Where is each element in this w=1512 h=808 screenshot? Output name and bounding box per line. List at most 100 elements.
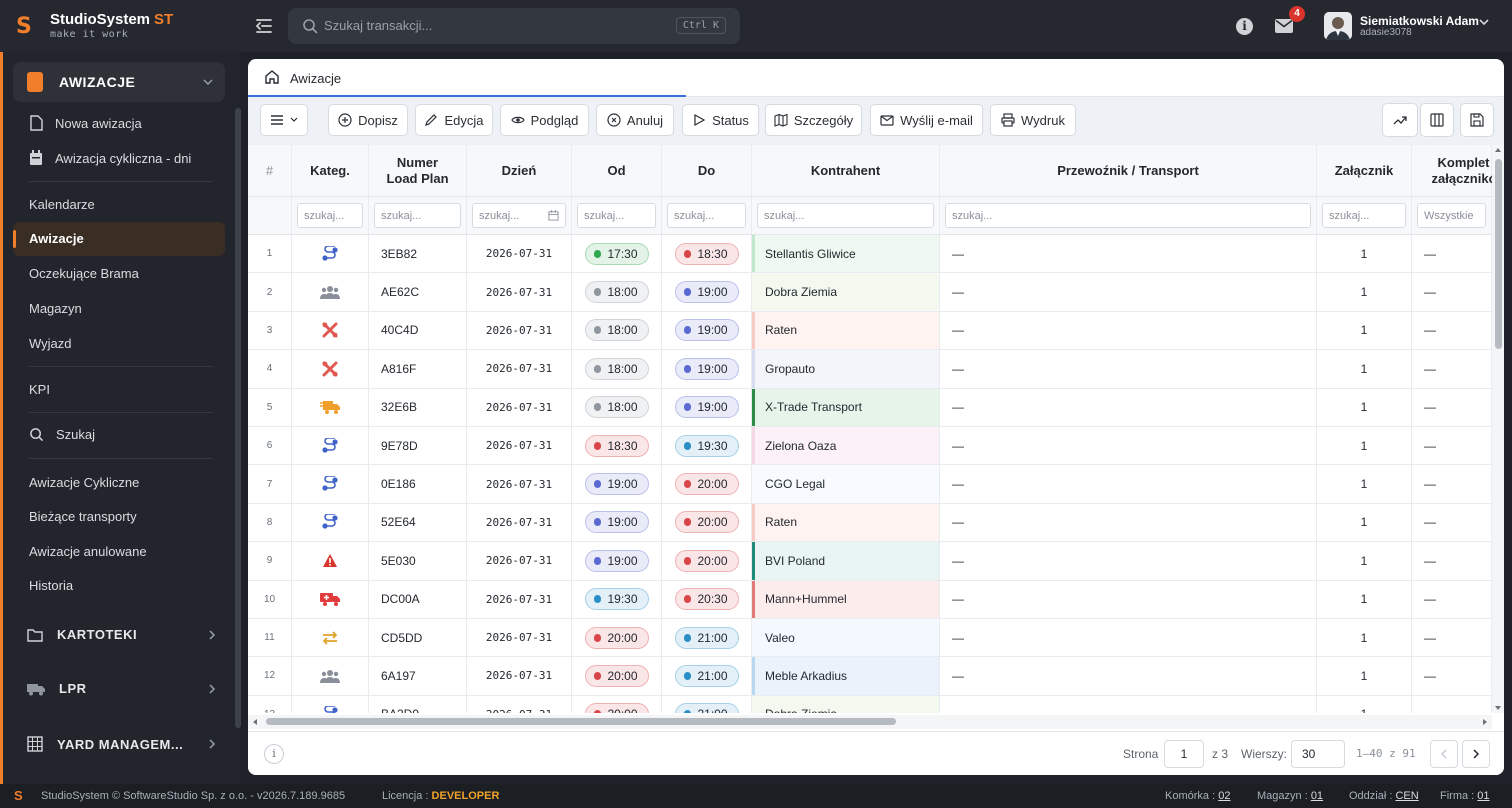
table-row[interactable]: 5 32E6B 2026-07-31 18:00 19:00 X-Trade Transp… — [248, 388, 1492, 427]
sidebar-item-awizacje-cykliczne[interactable]: Awizacje Cykliczne — [29, 475, 139, 490]
sidebar-item-biezace-transporty[interactable]: Bieżące transporty — [29, 509, 137, 524]
filter-input[interactable]: szukaj... — [945, 203, 1311, 228]
grid-vertical-scrollbar[interactable] — [1492, 145, 1504, 713]
page-input[interactable]: 1 — [1164, 740, 1204, 768]
scroll-up-icon[interactable] — [1494, 147, 1502, 153]
avatar[interactable] — [1324, 12, 1352, 40]
szczegoly-button[interactable]: Szczegóły — [765, 104, 862, 136]
filter-input[interactable]: szukaj... — [667, 203, 746, 228]
rows-per-page-select[interactable]: 30 — [1291, 740, 1345, 768]
user-name[interactable]: Siemiatkowski Adam — [1360, 14, 1479, 28]
wyslij-email-button[interactable]: Wyślij e-mail — [870, 104, 983, 136]
sidebar-item-awizacje[interactable]: Awizacje — [29, 231, 84, 246]
table-row[interactable]: 7 0E186 2026-07-31 19:00 20:00 CGO Legal — 1 — — [248, 465, 1492, 504]
load-plan-cell[interactable]: 9E78D — [369, 426, 467, 465]
kontrahent-cell[interactable]: Dobra Ziemia — [752, 695, 940, 713]
filter-input[interactable]: szukaj... — [577, 203, 656, 228]
load-plan-cell[interactable]: 32E6B — [369, 388, 467, 426]
load-plan-cell[interactable]: AE62C — [369, 273, 467, 311]
filter-input[interactable]: szukaj... — [297, 203, 363, 228]
table-row[interactable]: 6 9E78D 2026-07-31 18:30 19:30 Zielona Oaza — 1… — [248, 426, 1492, 466]
podglad-button[interactable]: Podgląd — [500, 104, 589, 136]
tab-awizacje[interactable]: Awizacje — [248, 59, 686, 97]
load-plan-cell[interactable]: 0E186 — [369, 465, 467, 503]
load-plan-cell[interactable]: 52E64 — [369, 503, 467, 542]
search-input[interactable]: Szukaj transakcji... — [324, 18, 432, 33]
sidebar-item-kpi[interactable]: KPI — [29, 382, 50, 397]
info-icon[interactable]: i — [1236, 18, 1253, 35]
sidebar-item-nowa-awizacja[interactable]: Nowa awizacja — [29, 115, 142, 131]
sidebar-group-kartoteki[interactable]: KARTOTEKI — [27, 627, 217, 642]
kontrahent-cell[interactable]: Zielona Oaza — [752, 426, 940, 465]
mail-icon[interactable] — [1275, 19, 1293, 33]
column-header[interactable]: Do — [662, 145, 752, 196]
kontrahent-cell[interactable]: Meble Arkadius — [752, 657, 940, 695]
edycja-button[interactable]: Edycja — [415, 104, 493, 136]
kontrahent-cell[interactable]: X-Trade Transport — [752, 388, 940, 426]
table-row[interactable]: 1 3EB82 2026-07-31 17:30 18:30 Stellantis Gli… — [248, 235, 1492, 274]
dopisz-button[interactable]: Dopisz — [328, 104, 408, 136]
sidebar-group-yard[interactable]: YARD MANAGEM... — [27, 736, 217, 752]
sidebar-item-szukaj[interactable]: Szukaj — [29, 427, 95, 442]
chart-button[interactable] — [1382, 103, 1418, 137]
kontrahent-cell[interactable]: CGO Legal — [752, 465, 940, 503]
sidebar-item-magazyn[interactable]: Magazyn — [29, 301, 82, 316]
filter-input[interactable]: szukaj... — [1322, 203, 1406, 228]
load-plan-cell[interactable]: DC00A — [369, 580, 467, 618]
table-row[interactable]: 9 5E030 2026-07-31 19:00 20:00 BVI Poland — 1 — — [248, 542, 1492, 581]
load-plan-cell[interactable]: 40C4D — [369, 311, 467, 350]
grid-horizontal-scrollbar[interactable] — [248, 715, 1492, 729]
filter-select[interactable]: Wszystkie — [1417, 203, 1486, 228]
kontrahent-cell[interactable]: Gropauto — [752, 350, 940, 388]
sidebar-item-kalendarze[interactable]: Kalendarze — [29, 197, 95, 212]
anuluj-button[interactable]: Anuluj — [596, 104, 674, 136]
menu-dropdown-button[interactable] — [260, 104, 308, 136]
column-header[interactable]: Kateg. — [292, 145, 369, 196]
menu-collapse-icon[interactable] — [254, 16, 274, 36]
app-logo[interactable]: S StudioSystem ST make it work — [16, 10, 186, 44]
kontrahent-cell[interactable]: Valeo — [752, 618, 940, 657]
load-plan-cell[interactable]: A816F — [369, 350, 467, 388]
kontrahent-cell[interactable]: BVI Poland — [752, 542, 940, 580]
kontrahent-cell[interactable]: Stellantis Gliwice — [752, 235, 940, 273]
load-plan-cell[interactable]: 5E030 — [369, 542, 467, 580]
sidebar-group-lpr[interactable]: LPR — [27, 681, 217, 696]
scroll-right-icon[interactable] — [1482, 718, 1488, 726]
load-plan-cell[interactable]: BA2D9 — [369, 695, 467, 713]
scrollbar-thumb[interactable] — [266, 718, 896, 725]
column-header[interactable]: Załącznik — [1317, 145, 1412, 196]
sidebar-scrollbar[interactable] — [235, 108, 241, 728]
kontrahent-cell[interactable]: Raten — [752, 311, 940, 350]
kontrahent-cell[interactable]: Mann+Hummel — [752, 580, 940, 618]
next-page-button[interactable] — [1462, 740, 1490, 768]
column-header[interactable]: Kontrahent — [752, 145, 940, 196]
column-header[interactable]: Od — [572, 145, 662, 196]
status-button[interactable]: Status — [682, 104, 759, 136]
filter-input[interactable]: szukaj... — [374, 203, 461, 228]
scrollbar-thumb[interactable] — [1495, 159, 1502, 349]
scroll-left-icon[interactable] — [252, 718, 258, 726]
komorka-value[interactable]: 02 — [1218, 790, 1230, 802]
magazyn-value[interactable]: 01 — [1311, 790, 1323, 802]
table-row[interactable]: 10 DC00A 2026-07-31 19:30 20:30 Mann+Hummel — 1… — [248, 580, 1492, 619]
load-plan-cell[interactable]: CD5DD — [369, 618, 467, 657]
save-button[interactable] — [1460, 103, 1494, 137]
chevron-down-icon[interactable] — [1478, 16, 1490, 28]
kontrahent-cell[interactable]: Dobra Ziemia — [752, 273, 940, 311]
prev-page-button[interactable] — [1430, 740, 1458, 768]
column-header[interactable]: Dzień — [467, 145, 572, 196]
wydruk-button[interactable]: Wydruk — [990, 104, 1076, 136]
table-row[interactable]: 8 52E64 2026-07-31 19:00 20:00 Raten — 1 — — [248, 503, 1492, 543]
sidebar-section-awizacje[interactable]: AWIZACJE — [13, 62, 225, 102]
table-row[interactable]: 12 6A197 2026-07-31 20:00 21:00 Meble Arkadiu… — [248, 657, 1492, 696]
kontrahent-cell[interactable]: Raten — [752, 503, 940, 542]
load-plan-cell[interactable]: 3EB82 — [369, 235, 467, 273]
table-row[interactable]: 13 BA2D9 2026-07-31 20:00 21:00 Dobra Ziemia —… — [248, 695, 1492, 713]
sidebar-item-awizacje-anulowane[interactable]: Awizacje anulowane — [29, 544, 147, 559]
date-filter-input[interactable]: szukaj... — [472, 203, 566, 228]
table-row[interactable]: 11 CD5DD 2026-07-31 20:00 21:00 Valeo — 1 — — [248, 618, 1492, 658]
table-row[interactable]: 4 A816F 2026-07-31 18:00 19:00 Gropauto — 1 — — [248, 350, 1492, 389]
oddzial-value[interactable]: CEN — [1395, 790, 1418, 802]
filter-input[interactable]: szukaj... — [757, 203, 934, 228]
scroll-down-icon[interactable] — [1494, 705, 1502, 711]
